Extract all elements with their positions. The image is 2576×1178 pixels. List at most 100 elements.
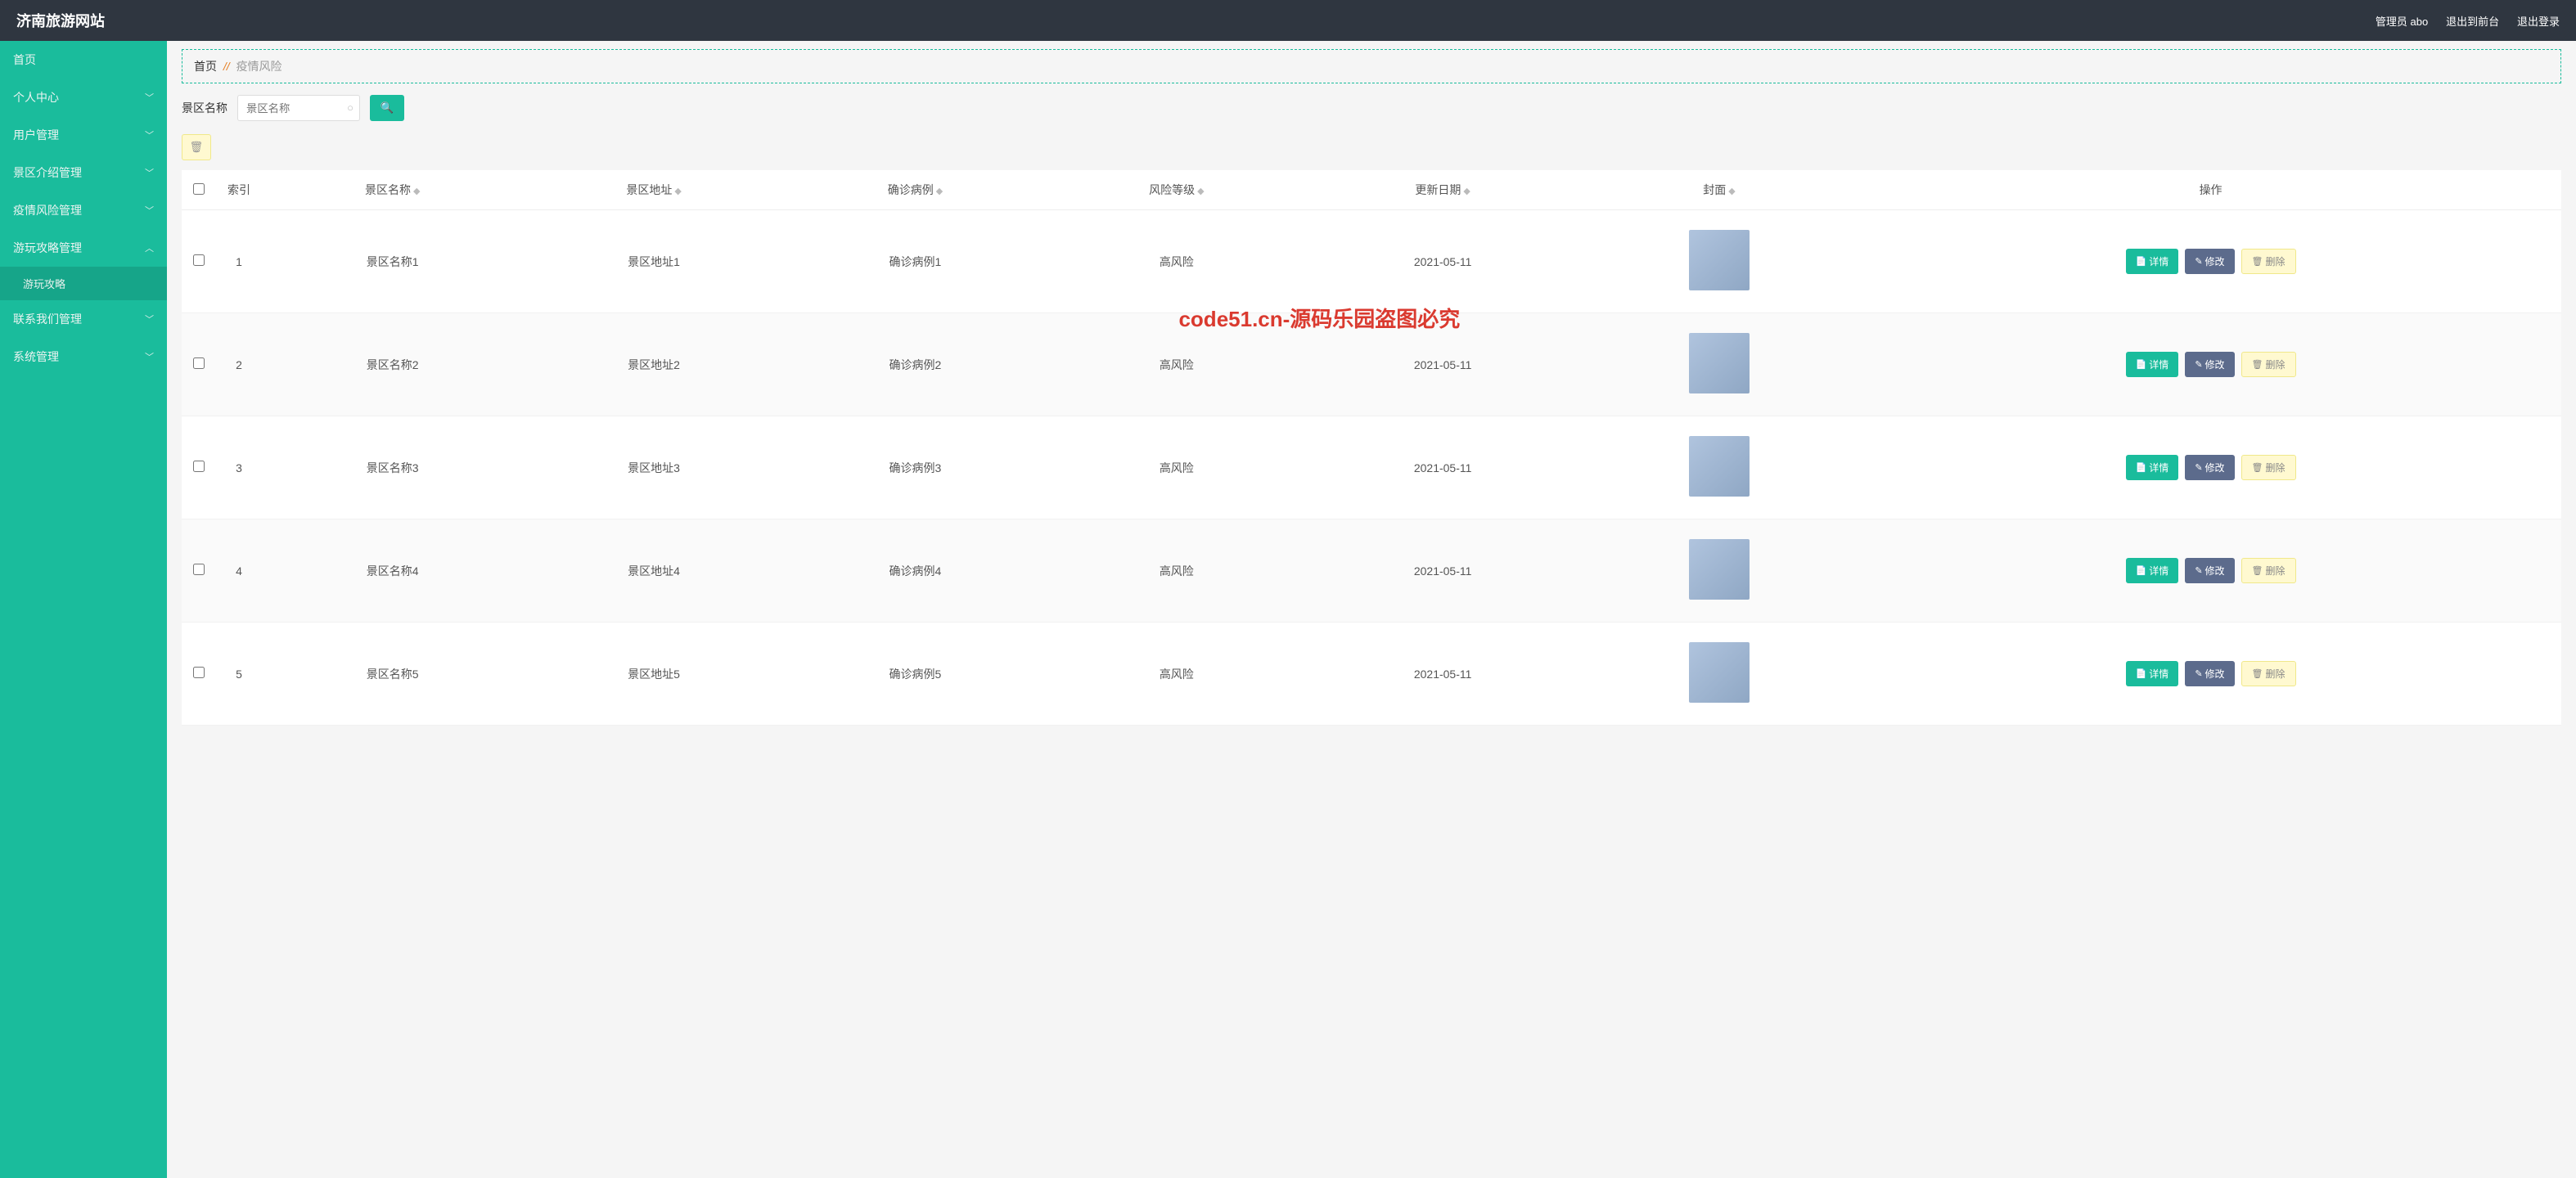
row-checkbox[interactable] (193, 254, 205, 266)
cover-thumbnail[interactable] (1689, 333, 1750, 393)
logout-link[interactable]: 退出登录 (2517, 16, 2560, 28)
cell-cases: 确诊病例3 (785, 416, 1046, 519)
detail-button[interactable]: 📄详情 (2126, 249, 2179, 274)
cell-name: 景区名称1 (262, 210, 523, 313)
col-cover[interactable]: 封面◆ (1578, 170, 1860, 210)
cell-risk: 高风险 (1046, 210, 1307, 313)
cell-risk: 高风险 (1046, 416, 1307, 519)
cell-address: 景区地址3 (523, 416, 784, 519)
cell-cover (1578, 623, 1860, 726)
bulk-delete-button[interactable]: 🗑 (182, 134, 211, 160)
sidebar-sub-label: 游玩攻略 (23, 278, 65, 290)
cell-cover (1578, 313, 1860, 416)
cell-cover (1578, 416, 1860, 519)
trash-icon: 🗑 (2252, 668, 2263, 679)
cell-address: 景区地址2 (523, 313, 784, 416)
select-all-checkbox[interactable] (193, 183, 205, 195)
trash-icon: 🗑 (2252, 359, 2263, 370)
cell-address: 景区地址5 (523, 623, 784, 726)
sidebar-item-home[interactable]: 首页 (0, 41, 167, 79)
sort-icon: ◆ (936, 187, 943, 196)
edit-button[interactable]: ✎修改 (2185, 661, 2234, 686)
cover-thumbnail[interactable] (1689, 539, 1750, 600)
row-checkbox[interactable] (193, 564, 205, 575)
cell-name: 景区名称2 (262, 313, 523, 416)
cell-address: 景区地址1 (523, 210, 784, 313)
cell-date: 2021-05-11 (1308, 313, 1578, 416)
admin-link[interactable]: 管理员 abo (2376, 16, 2428, 28)
sidebar-item-intro[interactable]: 景区介绍管理 ﹀ (0, 154, 167, 191)
edit-icon: ✎ (2195, 256, 2202, 267)
delete-button[interactable]: 🗑删除 (2241, 558, 2296, 583)
delete-button[interactable]: 🗑删除 (2241, 455, 2296, 480)
main-content: 首页 // 疫情风险 景区名称 ○ 🔍 🗑 code51.cn-源码乐园盗图必究… (167, 41, 2576, 1178)
sort-icon: ◆ (1463, 187, 1470, 196)
edit-button[interactable]: ✎修改 (2185, 249, 2234, 274)
sidebar-item-contact[interactable]: 联系我们管理 ﹀ (0, 300, 167, 338)
cell-index: 3 (216, 416, 262, 519)
cell-index: 4 (216, 519, 262, 623)
doc-icon: 📄 (2136, 462, 2147, 473)
edit-button[interactable]: ✎修改 (2185, 352, 2234, 377)
detail-button[interactable]: 📄详情 (2126, 558, 2179, 583)
table-row: 3景区名称3景区地址3确诊病例3高风险2021-05-11📄详情✎修改🗑删除 (182, 416, 2561, 519)
detail-button[interactable]: 📄详情 (2126, 455, 2179, 480)
edit-icon: ✎ (2195, 668, 2202, 679)
cell-risk: 高风险 (1046, 313, 1307, 416)
edit-icon: ✎ (2195, 462, 2202, 473)
detail-button[interactable]: 📄详情 (2126, 661, 2179, 686)
sidebar-item-users[interactable]: 用户管理 ﹀ (0, 116, 167, 154)
row-checkbox[interactable] (193, 667, 205, 678)
sort-icon: ◆ (1197, 187, 1204, 196)
trash-icon: 🗑 (2252, 256, 2263, 267)
cell-date: 2021-05-11 (1308, 623, 1578, 726)
col-name[interactable]: 景区名称◆ (262, 170, 523, 210)
sidebar-item-risk[interactable]: 疫情风险管理 ﹀ (0, 191, 167, 229)
breadcrumb-sep: // (223, 60, 230, 73)
delete-button[interactable]: 🗑删除 (2241, 352, 2296, 377)
sort-icon: ◆ (674, 187, 681, 196)
search-input[interactable] (237, 95, 360, 121)
sidebar-item-system[interactable]: 系统管理 ﹀ (0, 338, 167, 375)
sidebar-item-label: 游玩攻略管理 (13, 240, 82, 256)
edit-button[interactable]: ✎修改 (2185, 455, 2234, 480)
breadcrumb-home[interactable]: 首页 (194, 60, 217, 73)
cell-date: 2021-05-11 (1308, 210, 1578, 313)
chevron-down-icon: ﹀ (145, 312, 154, 326)
col-cases[interactable]: 确诊病例◆ (785, 170, 1046, 210)
cover-thumbnail[interactable] (1689, 642, 1750, 703)
site-title: 济南旅游网站 (16, 10, 105, 31)
front-link[interactable]: 退出到前台 (2446, 16, 2499, 28)
top-header: 济南旅游网站 管理员 abo 退出到前台 退出登录 (0, 0, 2576, 41)
clear-icon[interactable]: ○ (347, 101, 354, 114)
row-checkbox[interactable] (193, 357, 205, 369)
sidebar-item-personal[interactable]: 个人中心 ﹀ (0, 79, 167, 116)
chevron-down-icon: ﹀ (145, 91, 154, 104)
delete-button[interactable]: 🗑删除 (2241, 661, 2296, 686)
trash-icon: 🗑 (190, 141, 204, 154)
row-checkbox[interactable] (193, 461, 205, 472)
cell-name: 景区名称4 (262, 519, 523, 623)
table-row: 2景区名称2景区地址2确诊病例2高风险2021-05-11📄详情✎修改🗑删除 (182, 313, 2561, 416)
col-address[interactable]: 景区地址◆ (523, 170, 784, 210)
detail-button[interactable]: 📄详情 (2126, 352, 2179, 377)
sidebar-item-strategy[interactable]: 游玩攻略管理 ︿ (0, 229, 167, 267)
delete-button[interactable]: 🗑删除 (2241, 249, 2296, 274)
search-button[interactable]: 🔍 (370, 95, 404, 121)
chevron-down-icon: ﹀ (145, 350, 154, 363)
col-risk[interactable]: 风险等级◆ (1046, 170, 1307, 210)
cell-index: 1 (216, 210, 262, 313)
cover-thumbnail[interactable] (1689, 436, 1750, 497)
sort-icon: ◆ (413, 187, 420, 196)
cell-date: 2021-05-11 (1308, 519, 1578, 623)
top-right-nav: 管理员 abo 退出到前台 退出登录 (2361, 13, 2560, 29)
cell-cover (1578, 519, 1860, 623)
col-date[interactable]: 更新日期◆ (1308, 170, 1578, 210)
breadcrumb-current: 疫情风险 (236, 60, 282, 73)
table-row: 5景区名称5景区地址5确诊病例5高风险2021-05-11📄详情✎修改🗑删除 (182, 623, 2561, 726)
sidebar-sub-strategy[interactable]: 游玩攻略 (0, 267, 167, 300)
col-ops: 操作 (1860, 170, 2561, 210)
cover-thumbnail[interactable] (1689, 230, 1750, 290)
edit-button[interactable]: ✎修改 (2185, 558, 2234, 583)
doc-icon: 📄 (2136, 359, 2147, 370)
